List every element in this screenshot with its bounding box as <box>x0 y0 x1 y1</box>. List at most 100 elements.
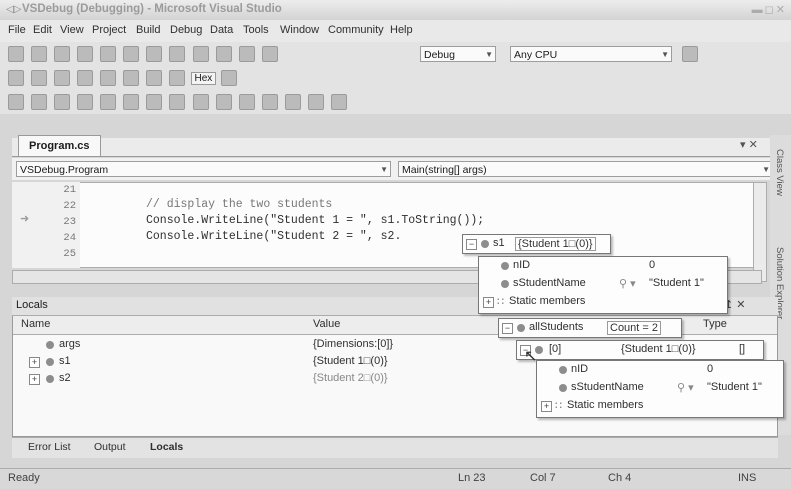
collapse-icon[interactable]: − <box>466 239 477 250</box>
save-icon[interactable] <box>77 46 94 62</box>
redo-icon[interactable] <box>215 46 232 62</box>
cut-icon[interactable] <box>123 46 140 62</box>
toolbar-options-icon[interactable] <box>330 94 347 110</box>
find-icon[interactable] <box>682 46 698 62</box>
hex-button[interactable]: Hex <box>190 71 217 85</box>
tab-menu-icon[interactable]: ▾ ✕ <box>740 138 758 151</box>
code-line-comment: // display the two students <box>146 198 333 211</box>
decrease-indent-icon[interactable] <box>100 94 117 110</box>
code-line: Console.WriteLine("Student 2 = ", s2. <box>146 230 402 243</box>
paste-icon[interactable] <box>169 46 186 62</box>
breakpoints-window-icon[interactable] <box>221 70 238 86</box>
menu-data[interactable]: Data <box>210 24 233 36</box>
platform-select[interactable]: Any CPU ▼ <box>510 46 672 62</box>
member-name: nID <box>513 259 531 271</box>
title-bar: ◁▷ VSDebug (Debugging) - Microsoft Visua… <box>0 0 791 20</box>
tool-window-tabs <box>12 437 778 458</box>
parameter-info-icon[interactable] <box>31 94 48 110</box>
increase-indent-icon[interactable] <box>123 94 140 110</box>
menu-community[interactable]: Community <box>328 24 384 36</box>
expand-icon[interactable]: + <box>541 401 552 412</box>
menu-debug[interactable]: Debug <box>170 24 202 36</box>
member-value: 0 <box>707 363 714 375</box>
bookmark-icon[interactable] <box>192 94 209 110</box>
datatip-value: Count = 2 <box>607 321 662 335</box>
save-all-icon[interactable] <box>100 46 117 62</box>
status-insert-mode: INS <box>738 472 757 484</box>
prev-bookmark-icon[interactable] <box>215 94 232 110</box>
expand-icon[interactable]: + <box>29 357 40 368</box>
datatip-type: [] <box>739 343 746 355</box>
menu-build[interactable]: Build <box>136 24 160 36</box>
class-view-tab[interactable]: Class View <box>774 149 785 196</box>
datatip-s1-members: nID 0 sStudentName ⚲ ▾ "Student 1" + ∷ S… <box>478 256 728 314</box>
column-type[interactable]: Type <box>703 318 727 330</box>
local-name: s1 <box>59 355 71 367</box>
continue-icon[interactable] <box>8 70 24 86</box>
navigation-bar: VSDebug.Program ▼ Main(string[] args) ▼ <box>12 158 778 180</box>
clear-bookmarks-icon[interactable] <box>307 94 324 110</box>
tab-error-list[interactable]: Error List <box>28 441 71 453</box>
editor-vertical-scrollbar[interactable] <box>753 182 767 282</box>
show-next-statement-icon[interactable] <box>100 70 117 86</box>
add-item-icon[interactable] <box>31 46 48 62</box>
menu-view[interactable]: View <box>60 24 84 36</box>
field-icon <box>559 384 567 392</box>
tab-locals[interactable]: Locals <box>150 441 183 453</box>
field-icon <box>559 366 567 374</box>
step-into-icon[interactable] <box>123 70 140 86</box>
current-statement-arrow-icon: ➜ <box>20 213 30 225</box>
comment-icon[interactable] <box>146 94 163 110</box>
menu-window[interactable]: Window <box>280 24 319 36</box>
class-select[interactable]: VSDebug.Program ▼ <box>16 161 391 177</box>
magnifier-icon[interactable]: ⚲ ▾ <box>677 381 694 394</box>
window-controls[interactable]: ▬◻✕ <box>752 3 787 16</box>
word-complete-icon[interactable] <box>77 94 94 110</box>
datatip-item-0[interactable]: − [0] {Student 1□(0)} [] <box>516 340 764 360</box>
stop-icon[interactable] <box>54 70 71 86</box>
collapse-icon[interactable]: − <box>502 323 513 334</box>
menu-file[interactable]: File <box>8 24 26 36</box>
start-debug-icon[interactable] <box>261 46 278 62</box>
datatip-s1-header[interactable]: − s1 {Student 1□(0)} <box>462 234 611 254</box>
datatip-name: allStudents <box>529 321 584 333</box>
restart-icon[interactable] <box>77 70 94 86</box>
prev-bookmark-folder-icon[interactable] <box>261 94 278 110</box>
menu-tools[interactable]: Tools <box>243 24 269 36</box>
status-char: Ch 4 <box>608 472 632 484</box>
code-line-current: Console.WriteLine("Student 1 = ", s1.ToS… <box>146 214 485 227</box>
undo-icon[interactable] <box>192 46 209 62</box>
column-value[interactable]: Value <box>313 318 340 330</box>
datatip-allstudents-header[interactable]: − allStudents Count = 2 <box>498 318 682 338</box>
expand-icon[interactable]: + <box>483 297 494 308</box>
navigate-icon[interactable] <box>238 46 255 62</box>
quick-info-icon[interactable] <box>54 94 71 110</box>
local-name: s2 <box>59 372 71 384</box>
menu-edit[interactable]: Edit <box>33 24 52 36</box>
tab-output[interactable]: Output <box>94 441 126 453</box>
menu-help[interactable]: Help <box>390 24 413 36</box>
member-name: sStudentName <box>571 381 644 393</box>
datatip-value: {Student 1□(0)} <box>515 237 596 251</box>
copy-icon[interactable] <box>146 46 163 62</box>
break-all-icon[interactable] <box>31 70 48 86</box>
new-project-icon[interactable] <box>8 46 24 62</box>
configuration-select[interactable]: Debug ▼ <box>420 46 496 62</box>
tab-program-cs[interactable]: Program.cs <box>18 135 101 156</box>
expand-icon[interactable]: + <box>29 374 40 385</box>
debug-toolbar: Hex <box>0 66 791 90</box>
menu-project[interactable]: Project <box>92 24 126 36</box>
local-value: {Dimensions:[0]} <box>313 338 394 350</box>
platform-value: Any CPU <box>514 49 558 61</box>
step-over-icon[interactable] <box>146 70 163 86</box>
open-icon[interactable] <box>54 46 71 62</box>
object-members-icon[interactable] <box>8 94 24 110</box>
column-name[interactable]: Name <box>21 318 50 330</box>
method-select[interactable]: Main(string[] args) ▼ <box>398 161 773 177</box>
magnifier-icon[interactable]: ⚲ ▾ <box>619 277 636 290</box>
uncomment-icon[interactable] <box>169 94 186 110</box>
step-out-icon[interactable] <box>169 70 186 86</box>
next-bookmark-icon[interactable] <box>238 94 255 110</box>
static-members-icon: ∷ <box>555 400 562 412</box>
next-bookmark-folder-icon[interactable] <box>284 94 301 110</box>
